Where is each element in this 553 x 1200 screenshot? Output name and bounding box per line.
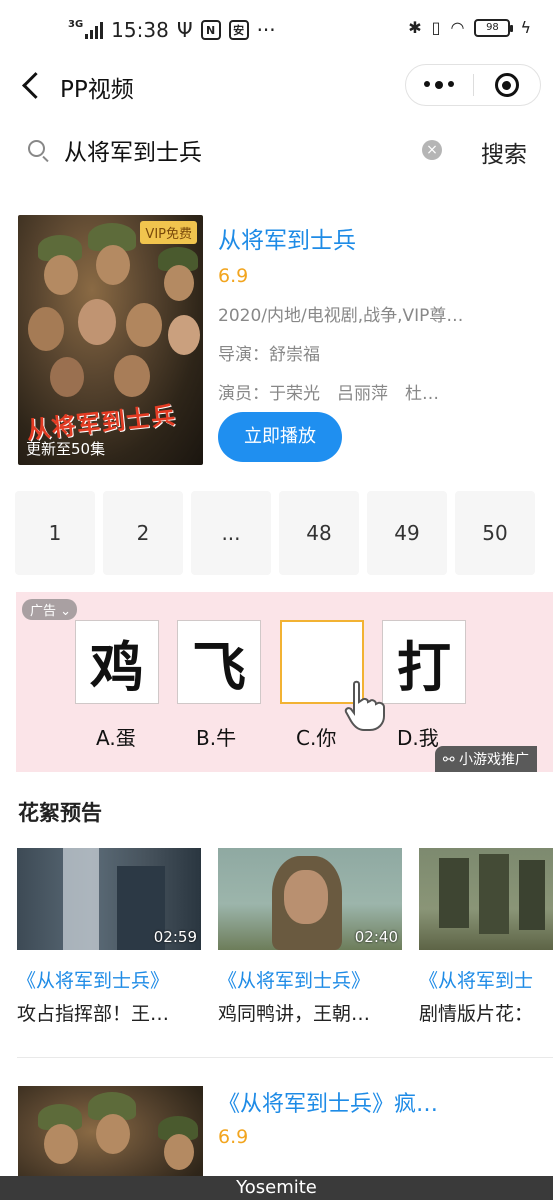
- movie-title[interactable]: 《从将军到士兵》疯…: [218, 1086, 528, 1118]
- episode-item[interactable]: 48: [279, 491, 359, 575]
- network-type: 3G: [68, 18, 84, 30]
- ad-source-label: ⚯ 小游戏推广: [434, 746, 537, 772]
- ad-banner[interactable]: 广告 ⌄ 鸡 飞 打 A.蛋 B.牛 C.你 D.我 ⚯ 小游戏推广: [16, 592, 553, 772]
- link-icon: ⚯: [442, 752, 455, 768]
- clip-title[interactable]: 《从将军到士兵》: [17, 966, 201, 993]
- episode-more[interactable]: ...: [191, 491, 271, 575]
- movie-meta: 2020/内地/电视剧,战争,VIP尊…: [218, 306, 464, 326]
- more-notifications-icon: ···: [256, 18, 276, 42]
- clip-card[interactable]: 02:40 《从将军到士兵》 鸡同鸭讲，王朝…: [218, 848, 402, 1026]
- clip-card[interactable]: 《从将军到士 剧情版片花：: [419, 848, 553, 1026]
- app-notification-icon: N: [200, 20, 221, 40]
- episode-item[interactable]: 50: [455, 491, 535, 575]
- ad-option[interactable]: B.牛: [196, 722, 236, 751]
- vip-badge: VIP免费: [140, 221, 197, 244]
- close-mini-program-icon[interactable]: [474, 73, 541, 97]
- movie-director: 导演：舒崇福: [218, 345, 320, 365]
- clear-icon[interactable]: ×: [422, 140, 442, 160]
- clip-card[interactable]: 02:59 《从将军到士兵》 攻占指挥部！王…: [17, 848, 201, 1026]
- chevron-down-icon: ⌄: [60, 604, 72, 619]
- bluetooth-icon: ✱: [408, 18, 422, 37]
- clip-duration: 02:40: [354, 928, 398, 946]
- status-left: 3G 15:38 Ψ N 安 ···: [68, 18, 276, 42]
- status-right: ✱ ▯ ◠ 98 ϟ: [408, 18, 531, 37]
- play-now-button[interactable]: 立即播放: [218, 412, 342, 462]
- section-title: 花絮预告: [18, 801, 102, 825]
- movie-rating: 6.9: [218, 1126, 249, 1148]
- movie-poster[interactable]: VIP免费 从将军到士兵 更新至50集: [18, 215, 203, 465]
- wifi-icon: ◠: [450, 18, 465, 37]
- clip-thumbnail[interactable]: [419, 848, 553, 950]
- vibrate-icon: ▯: [431, 18, 441, 37]
- movie-cast: 演员：于荣光 吕丽萍 杜…: [218, 384, 439, 404]
- movie-title[interactable]: 从将军到士兵: [218, 221, 538, 255]
- pointer-hand-icon: [344, 680, 385, 731]
- episode-selector: 1 2 ... 48 49 50: [15, 491, 538, 575]
- movie-card[interactable]: VIP免费 从将军到士兵 更新至50集 从将军到士兵 6.9 2020/内地/电…: [18, 215, 538, 465]
- ad-tag[interactable]: 广告 ⌄: [22, 599, 78, 620]
- divider: [17, 1057, 553, 1058]
- security-notification-icon: 安: [228, 20, 249, 40]
- search-button[interactable]: 搜索: [481, 135, 527, 169]
- charging-icon: ϟ: [520, 18, 531, 37]
- episode-item[interactable]: 2: [103, 491, 183, 575]
- back-button[interactable]: [18, 70, 48, 100]
- ad-option[interactable]: A.蛋: [96, 722, 136, 751]
- signal-icon: [85, 21, 104, 39]
- clip-title[interactable]: 《从将军到士兵》: [218, 966, 402, 993]
- movie-info: 从将军到士兵 6.9 2020/内地/电视剧,战争,VIP尊… 导演：舒崇福 演…: [218, 215, 538, 404]
- clip-title[interactable]: 《从将军到士: [419, 966, 553, 993]
- more-options-icon[interactable]: [406, 81, 473, 89]
- clip-duration: 02:59: [153, 928, 197, 946]
- ad-puzzle-tile[interactable]: 打: [382, 620, 466, 704]
- clip-description[interactable]: 剧情版片花：: [419, 999, 553, 1026]
- ad-option[interactable]: D.我: [397, 722, 439, 751]
- clips-list: 02:59 《从将军到士兵》 攻占指挥部！王… 02:40 《从将军到士兵》 鸡…: [17, 848, 553, 1028]
- battery-icon: 98: [474, 18, 514, 37]
- bottom-overlay-label: Yosemite: [0, 1176, 553, 1200]
- search-icon: [28, 140, 45, 157]
- battery-level: 98: [486, 22, 499, 33]
- page-title: PP视频: [60, 77, 134, 103]
- clip-description[interactable]: 鸡同鸭讲，王朝…: [218, 999, 402, 1026]
- ad-tag-label: 广告: [30, 604, 57, 619]
- poster-update-status: 更新至50集: [26, 440, 106, 458]
- status-time: 15:38: [111, 18, 169, 42]
- clip-description[interactable]: 攻占指挥部！王…: [17, 999, 201, 1026]
- episode-item[interactable]: 49: [367, 491, 447, 575]
- episode-item[interactable]: 1: [15, 491, 95, 575]
- ad-source-text: 小游戏推广: [459, 752, 529, 768]
- nav-bar: PP视频: [0, 60, 553, 110]
- movie-rating: 6.9: [218, 265, 249, 287]
- mini-program-capsule: [405, 64, 541, 106]
- usb-icon: Ψ: [176, 18, 193, 42]
- search-bar: × 搜索: [0, 125, 553, 175]
- ad-puzzle-tile[interactable]: 鸡: [75, 620, 159, 704]
- status-bar: 3G 15:38 Ψ N 安 ··· ✱ ▯ ◠ 98 ϟ: [0, 0, 553, 60]
- ad-puzzle-tile[interactable]: 飞: [177, 620, 261, 704]
- ad-option[interactable]: C.你: [296, 722, 336, 751]
- search-input[interactable]: [64, 133, 404, 167]
- clip-thumbnail[interactable]: 02:59: [17, 848, 201, 950]
- clip-thumbnail[interactable]: 02:40: [218, 848, 402, 950]
